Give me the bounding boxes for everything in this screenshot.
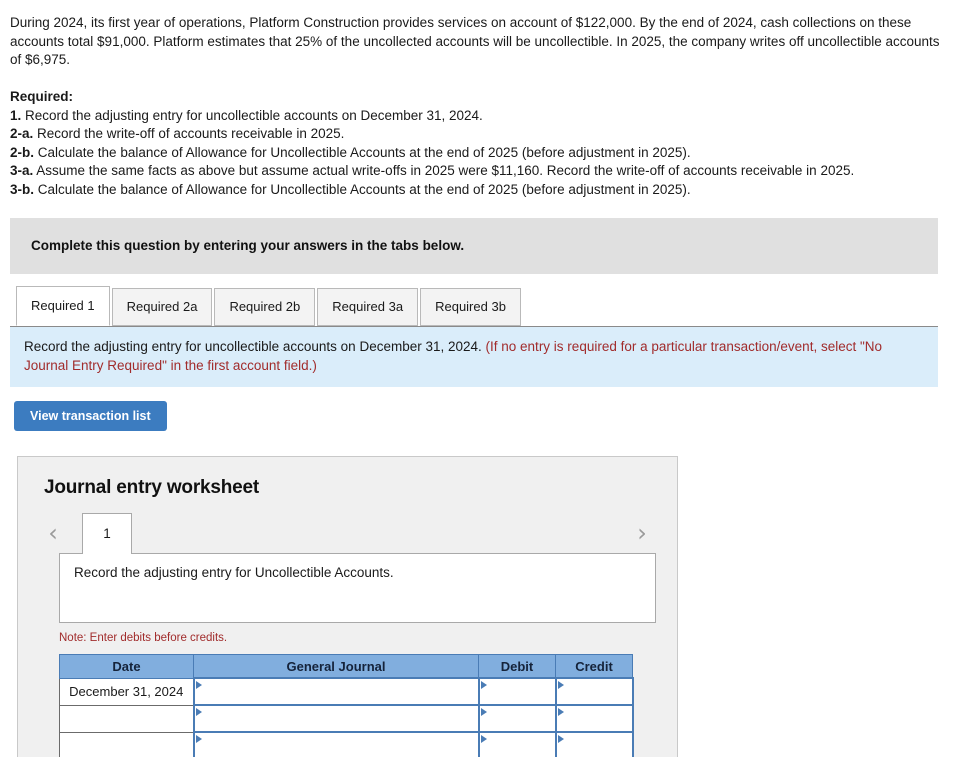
table-row xyxy=(59,731,634,757)
worksheet-page-tab-1[interactable]: 1 xyxy=(82,512,132,554)
cell-date-row-1[interactable]: December 31, 2024 xyxy=(59,677,194,706)
cell-date-row-2[interactable] xyxy=(59,704,194,733)
required-item-1-number: 1. xyxy=(10,107,22,123)
column-header-date: Date xyxy=(59,654,194,679)
required-item-2b-text: Calculate the balance of Allowance for U… xyxy=(34,144,691,160)
required-item-3a-number: 3-a. xyxy=(10,163,34,179)
instruction-banner: Complete this question by entering your … xyxy=(10,217,938,274)
required-item-2b: 2-b. Calculate the balance of Allowance … xyxy=(10,144,944,163)
required-item-2b-number: 2-b. xyxy=(10,144,35,160)
required-item-3b-text: Calculate the balance of Allowance for U… xyxy=(34,182,691,197)
required-item-1-text: Record the adjusting entry for uncollect… xyxy=(21,107,483,123)
table-row xyxy=(59,704,634,733)
journal-table-header-row: Date General Journal Debit Credit xyxy=(59,654,633,679)
instruction-banner-text: Complete this question by entering your … xyxy=(31,238,465,254)
cell-credit-row-1[interactable] xyxy=(554,677,634,706)
required-heading: Required: xyxy=(10,88,74,104)
cell-debit-row-2[interactable] xyxy=(477,704,557,733)
tab-required-3b[interactable]: Required 3b xyxy=(420,287,521,326)
tab-required-2b[interactable]: Required 2b xyxy=(214,287,316,326)
entry-description-text: Record the adjusting entry for Uncollect… xyxy=(74,565,394,580)
cell-debit-row-3[interactable] xyxy=(477,731,557,757)
cell-credit-row-3[interactable] xyxy=(554,731,634,757)
journal-entry-table: Date General Journal Debit Credit Decemb… xyxy=(59,654,634,757)
requirement-tabs: Required 1 Required 2a Required 2b Requi… xyxy=(16,285,966,326)
required-item-3b-number: 3-b. xyxy=(10,182,35,197)
cell-credit-row-2[interactable] xyxy=(554,704,634,733)
tab-instruction-box: Record the adjusting entry for uncollect… xyxy=(10,325,938,387)
required-item-3a-text: Assume the same facts as above but assum… xyxy=(33,163,855,179)
required-item-1: 1. Record the adjusting entry for uncoll… xyxy=(10,107,944,126)
debits-before-credits-note: Note: Enter debits before credits. xyxy=(59,632,228,644)
journal-entry-worksheet-panel: Journal entry worksheet ‹ 1 › Record the… xyxy=(17,456,678,757)
table-row: December 31, 2024 xyxy=(59,677,634,706)
tab-required-2a[interactable]: Required 2a xyxy=(111,287,213,326)
chevron-left-icon[interactable]: ‹ xyxy=(40,520,66,546)
tab-required-1[interactable]: Required 1 xyxy=(16,285,110,326)
worksheet-title: Journal entry worksheet xyxy=(44,477,260,498)
tab-instruction-main: Record the adjusting entry for uncollect… xyxy=(24,338,486,354)
column-header-credit: Credit xyxy=(555,654,633,679)
required-item-2a-number: 2-a. xyxy=(10,126,34,142)
problem-statement: During 2024, its first year of operation… xyxy=(10,15,940,68)
cell-date-row-3[interactable] xyxy=(59,731,194,757)
chevron-right-icon[interactable]: › xyxy=(629,520,655,546)
cell-debit-row-1[interactable] xyxy=(477,677,557,706)
required-item-2a-text: Record the write-off of accounts receiva… xyxy=(33,126,345,142)
required-section: Required: 1. Record the adjusting entry … xyxy=(0,88,966,200)
cell-general-journal-row-3[interactable] xyxy=(192,731,480,757)
entry-description-box: Record the adjusting entry for Uncollect… xyxy=(59,553,656,623)
cell-general-journal-row-2[interactable] xyxy=(192,704,480,733)
column-header-debit: Debit xyxy=(478,654,556,679)
column-header-general-journal: General Journal xyxy=(193,654,479,679)
required-item-3a: 3-a. Assume the same facts as above but … xyxy=(10,162,944,181)
view-transaction-list-button[interactable]: View transaction list xyxy=(14,400,167,431)
required-item-3b: 3-b. Calculate the balance of Allowance … xyxy=(10,181,944,200)
worksheet-pager: ‹ 1 › xyxy=(18,512,677,554)
tab-required-3a[interactable]: Required 3a xyxy=(317,287,419,326)
required-item-2a: 2-a. Record the write-off of accounts re… xyxy=(10,125,944,144)
cell-general-journal-row-1[interactable] xyxy=(192,677,480,706)
